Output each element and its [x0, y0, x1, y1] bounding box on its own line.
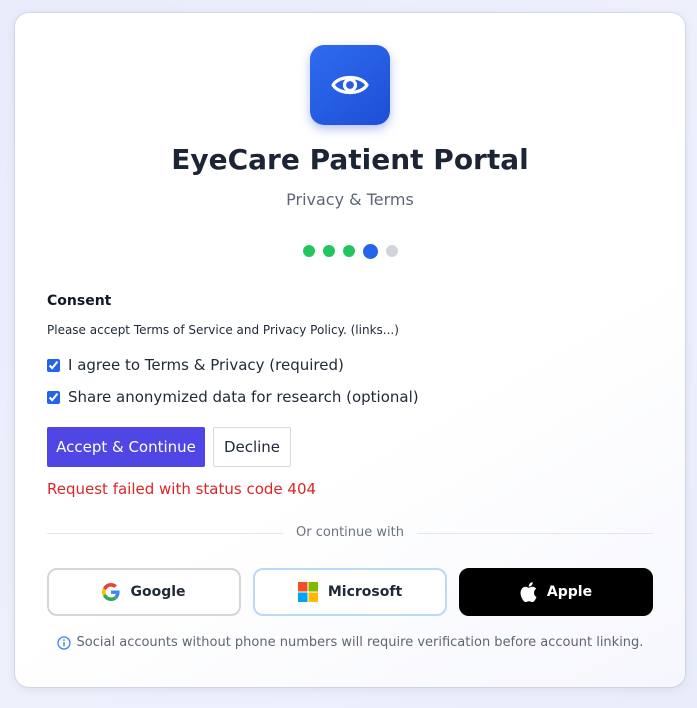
apple-signin-button[interactable]: Apple: [459, 568, 653, 616]
info-icon: [56, 635, 71, 650]
eye-icon: [331, 75, 369, 95]
info-note: Social accounts without phone numbers wi…: [15, 635, 685, 650]
page-subtitle: Privacy & Terms: [286, 190, 414, 209]
step-dot-3: [342, 245, 355, 257]
research-checkbox-row[interactable]: Share anonymized data for research (opti…: [47, 388, 419, 406]
consent-text: Please accept Terms of Service and Priva…: [47, 323, 399, 337]
microsoft-signin-button[interactable]: Microsoft: [253, 568, 447, 616]
consent-heading: Consent: [47, 293, 112, 309]
step-indicator: [15, 243, 685, 259]
decline-button[interactable]: Decline: [213, 427, 291, 467]
divider-left: [47, 533, 283, 534]
apple-icon: [520, 582, 537, 602]
google-icon: [102, 583, 121, 601]
microsoft-icon: [297, 582, 318, 602]
error-message: Request failed with status code 404: [47, 480, 317, 498]
info-note-text: Social accounts without phone numbers wi…: [76, 635, 644, 650]
terms-checkbox-label: I agree to Terms & Privacy (required): [68, 356, 344, 374]
terms-checkbox[interactable]: [47, 358, 60, 372]
divider-right: [417, 533, 653, 534]
step-dot-2: [322, 245, 335, 257]
step-dot-5: [385, 245, 398, 257]
research-checkbox[interactable]: [47, 390, 60, 404]
divider-text: Or continue with: [296, 525, 404, 540]
accept-continue-button[interactable]: Accept & Continue: [47, 427, 205, 467]
page-title: EyeCare Patient Portal: [171, 143, 529, 176]
step-dot-1: [302, 245, 315, 257]
app-logo: [310, 45, 390, 125]
microsoft-label: Microsoft: [327, 584, 403, 600]
step-dot-4: [362, 243, 378, 259]
login-card: EyeCare Patient Portal Privacy & Terms C…: [15, 13, 685, 687]
research-checkbox-label: Share anonymized data for research (opti…: [68, 388, 419, 406]
google-signin-button[interactable]: Google: [47, 568, 241, 616]
terms-checkbox-row[interactable]: I agree to Terms & Privacy (required): [47, 356, 344, 374]
apple-label: Apple: [546, 584, 593, 600]
google-label: Google: [130, 584, 186, 600]
